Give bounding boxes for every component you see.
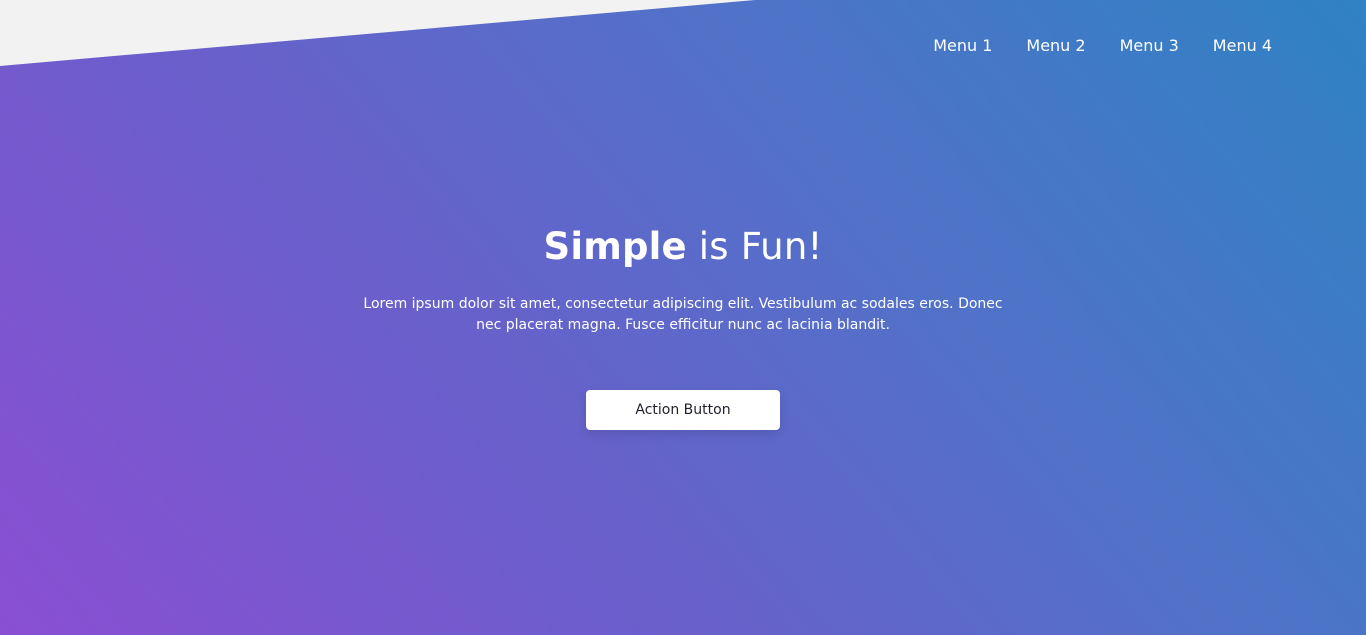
hero-title: Simple is Fun! <box>0 222 1366 272</box>
hero-title-rest: is Fun! <box>686 225 823 268</box>
corner-triangle <box>0 0 755 66</box>
top-nav: Menu 1 Menu 2 Menu 3 Menu 4 <box>933 37 1272 55</box>
nav-item-menu-1[interactable]: Menu 1 <box>933 37 992 55</box>
nav-item-menu-4[interactable]: Menu 4 <box>1213 37 1272 55</box>
hero-section: Simple is Fun! Lorem ipsum dolor sit ame… <box>0 222 1366 430</box>
hero-title-strong: Simple <box>543 225 687 268</box>
nav-item-menu-2[interactable]: Menu 2 <box>1026 37 1085 55</box>
landing-page: Menu 1 Menu 2 Menu 3 Menu 4 Simple is Fu… <box>0 0 1366 635</box>
hero-description: Lorem ipsum dolor sit amet, consectetur … <box>363 296 1003 333</box>
nav-item-menu-3[interactable]: Menu 3 <box>1120 37 1179 55</box>
action-button[interactable]: Action Button <box>586 390 780 430</box>
